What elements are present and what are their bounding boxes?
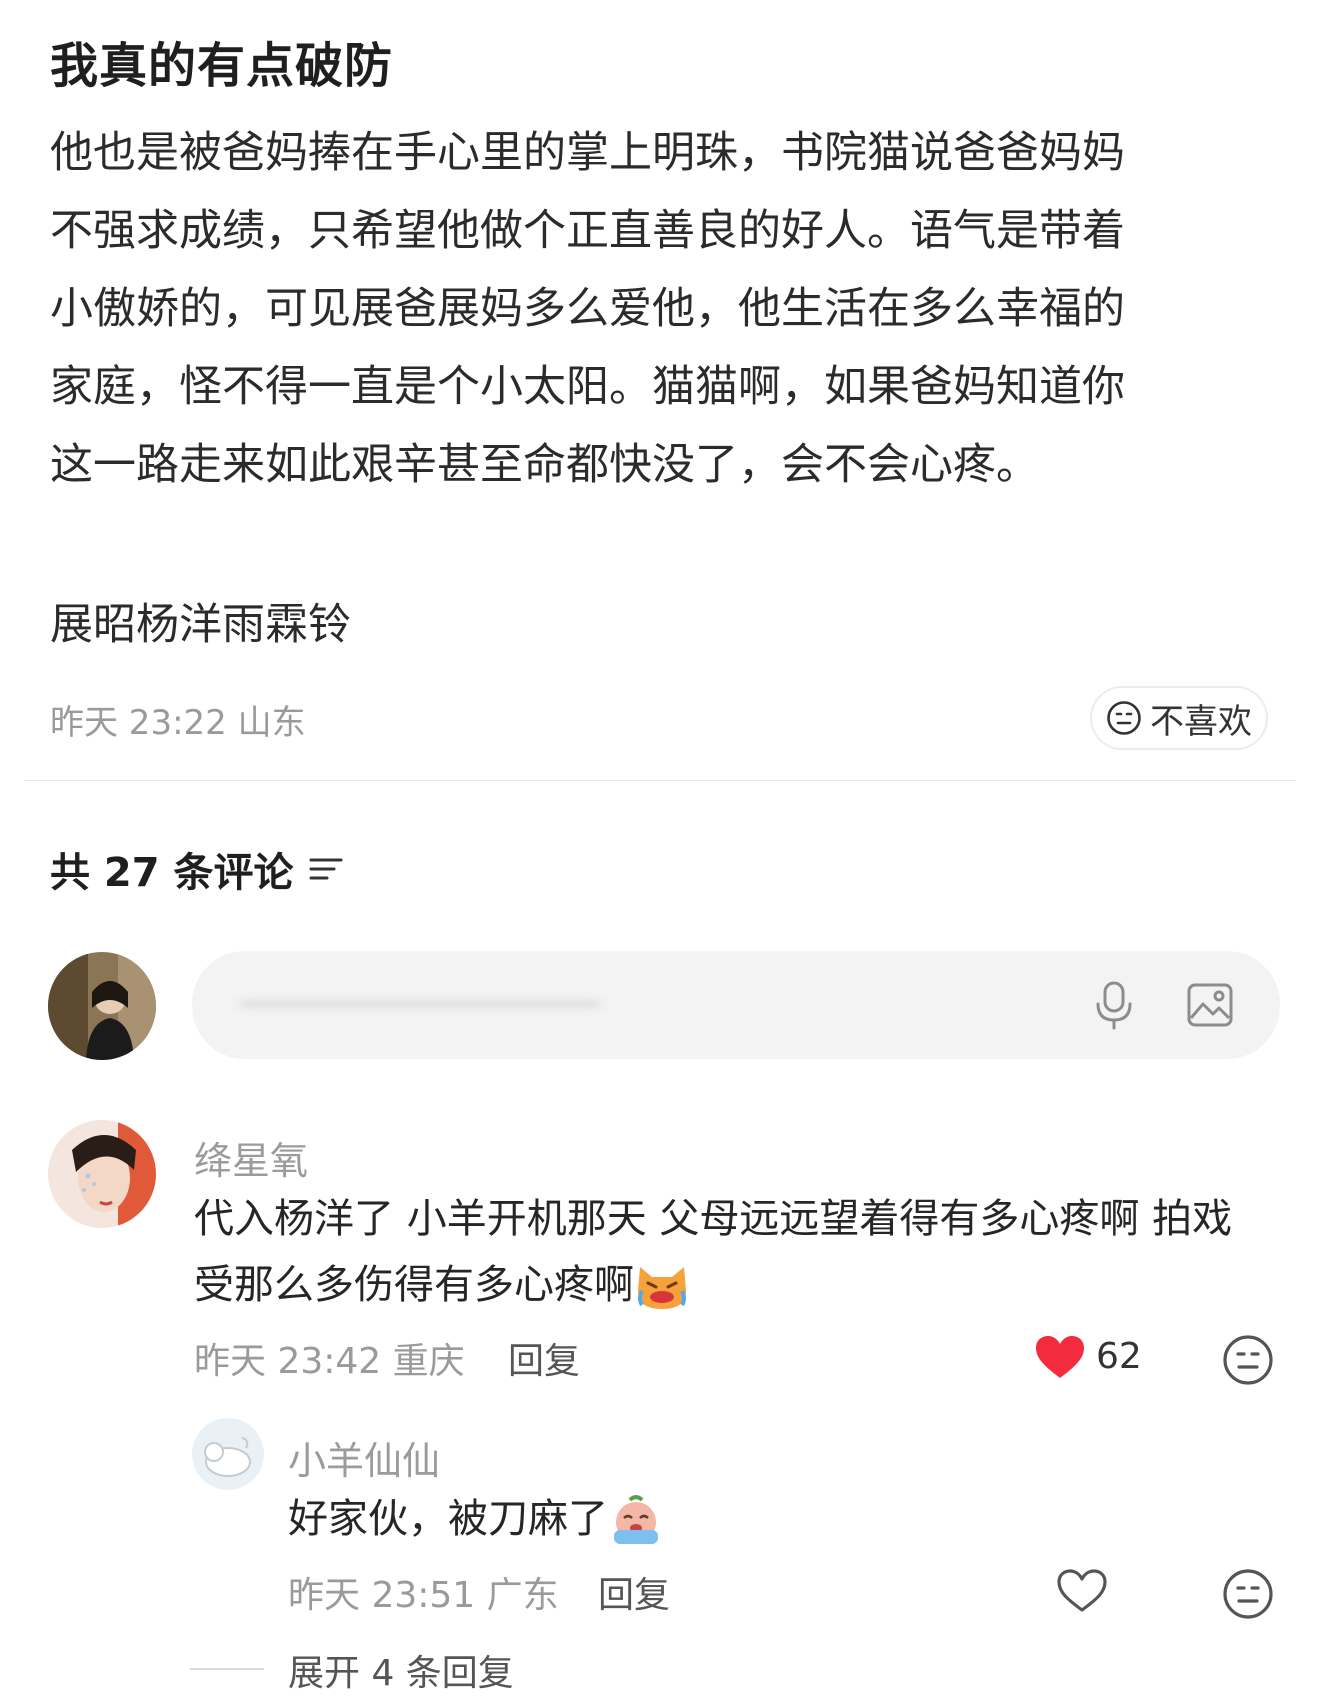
like-count: 62 bbox=[1096, 1336, 1142, 1377]
comment-text-line: 代入杨洋了 小羊开机那天 父母远远望着得有多心疼啊 拍戏 bbox=[194, 1196, 1233, 1242]
reply-avatar[interactable] bbox=[192, 1418, 264, 1490]
post-body-line: 小傲娇的，可见展爸展妈多么爱他，他生活在多么幸福的 bbox=[50, 284, 1125, 334]
dislike-label: 不喜欢 bbox=[1150, 701, 1252, 742]
microphone-icon[interactable] bbox=[1092, 980, 1136, 1030]
sort-icon[interactable] bbox=[308, 854, 344, 884]
dislike-button[interactable]: 不喜欢 bbox=[1090, 686, 1268, 750]
post-meta: 昨天 23:22 山东 bbox=[50, 703, 306, 743]
comments-count: 共 27 条评论 bbox=[50, 850, 294, 896]
input-placeholder bbox=[240, 985, 610, 1025]
post-body-line: 这一路走来如此艰辛甚至命都快没了，会不会心疼。 bbox=[50, 440, 1039, 490]
comment-text: 代入杨洋了 小羊开机那天 父母远远望着得有多心疼啊 拍戏 受那么多伤得有多心疼啊 bbox=[194, 1186, 1232, 1318]
expand-replies-button[interactable]: 展开 4 条回复 bbox=[288, 1644, 514, 1696]
comment-username[interactable]: 绛星氧 bbox=[194, 1130, 308, 1185]
reply-text-line: 好家伙，被刀麻了 bbox=[288, 1486, 664, 1552]
crying-cat-emoji bbox=[638, 1267, 686, 1309]
reply-button[interactable]: 回复 bbox=[598, 1566, 670, 1618]
post-body-line: 他也是被爸妈捧在手心里的掌上明珠，书院猫说爸爸妈妈 bbox=[50, 128, 1125, 178]
divider bbox=[24, 780, 1296, 781]
crying-face-emoji bbox=[614, 1495, 658, 1544]
reply-meta: 昨天 23:51 广东 bbox=[288, 1575, 559, 1616]
post-title: 我真的有点破防 bbox=[50, 38, 394, 94]
expand-divider bbox=[190, 1668, 264, 1670]
reply-text: 好家伙，被刀麻了 bbox=[288, 1486, 664, 1552]
post-body: 他也是被爸妈捧在手心里的掌上明珠，书院猫说爸爸妈妈 不强求成绩，只希望他做个正直… bbox=[50, 114, 1250, 504]
neutral-face-icon bbox=[1107, 701, 1141, 735]
topic-tag[interactable]: 展昭杨洋雨霖铃 bbox=[50, 590, 351, 652]
commenter-avatar[interactable] bbox=[48, 1120, 156, 1228]
post-body-line: 家庭，怪不得一直是个小太阳。猫猫啊，如果爸妈知道你 bbox=[50, 362, 1125, 412]
image-icon[interactable] bbox=[1186, 982, 1234, 1028]
comments-header: 共 27 条评论 bbox=[50, 840, 344, 898]
heart-icon[interactable] bbox=[1056, 1568, 1108, 1614]
post-body-line: 不强求成绩，只希望他做个正直善良的好人。语气是带着 bbox=[50, 206, 1125, 256]
user-avatar[interactable] bbox=[48, 952, 156, 1060]
neutral-face-icon[interactable] bbox=[1222, 1568, 1274, 1620]
comment-meta: 昨天 23:42 重庆 bbox=[194, 1341, 465, 1382]
heart-icon[interactable] bbox=[1034, 1334, 1086, 1380]
reply-button[interactable]: 回复 bbox=[508, 1332, 580, 1384]
reply-username[interactable]: 小羊仙仙 bbox=[288, 1430, 440, 1485]
neutral-face-icon[interactable] bbox=[1222, 1334, 1274, 1386]
comment-text-line: 受那么多伤得有多心疼啊 bbox=[194, 1252, 1232, 1318]
